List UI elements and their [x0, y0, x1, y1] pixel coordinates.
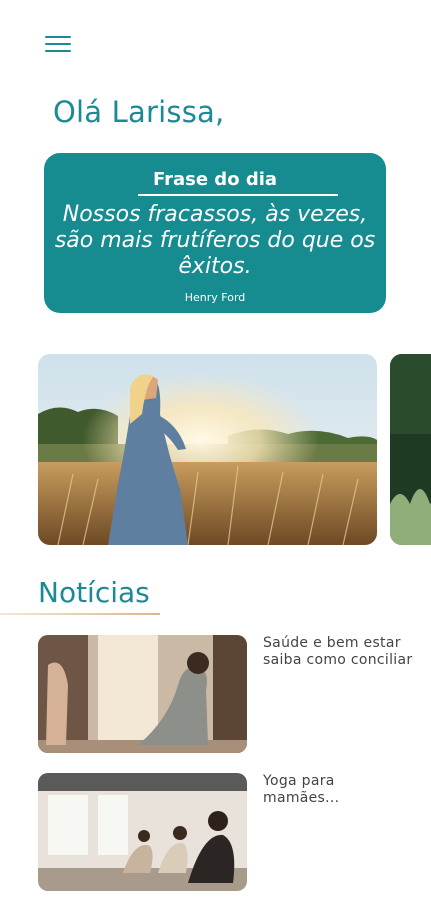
greenery-photo [390, 354, 431, 545]
quote-card-title: Frase do dia [152, 169, 278, 190]
quote-of-the-day-card[interactable]: Frase do dia Nossos fracassos, às vezes,… [44, 153, 386, 313]
quote-text: Nossos fracassos, às vezes, são mais fru… [54, 202, 376, 279]
news-item-title[interactable]: Yoga para mamães... [263, 773, 413, 807]
carousel-banner-image[interactable] [38, 354, 377, 545]
menu-icon[interactable] [45, 34, 73, 54]
news-item-image[interactable] [38, 773, 247, 891]
greeting-title: Olá Larissa, [53, 95, 225, 129]
news-item-image[interactable] [38, 635, 247, 753]
prenatal-yoga-class-photo [38, 773, 247, 891]
news-item-title[interactable]: Saúde e bem estar saiba como conciliar [263, 635, 413, 669]
news-section-title: Notícias [38, 576, 150, 609]
carousel-next-image[interactable] [390, 354, 431, 545]
quote-title-divider [138, 194, 338, 196]
wheat-field-photo [38, 354, 377, 545]
yoga-stretch-photo [38, 635, 247, 753]
quote-author: Henry Ford [184, 291, 246, 304]
news-title-underline [0, 613, 160, 615]
